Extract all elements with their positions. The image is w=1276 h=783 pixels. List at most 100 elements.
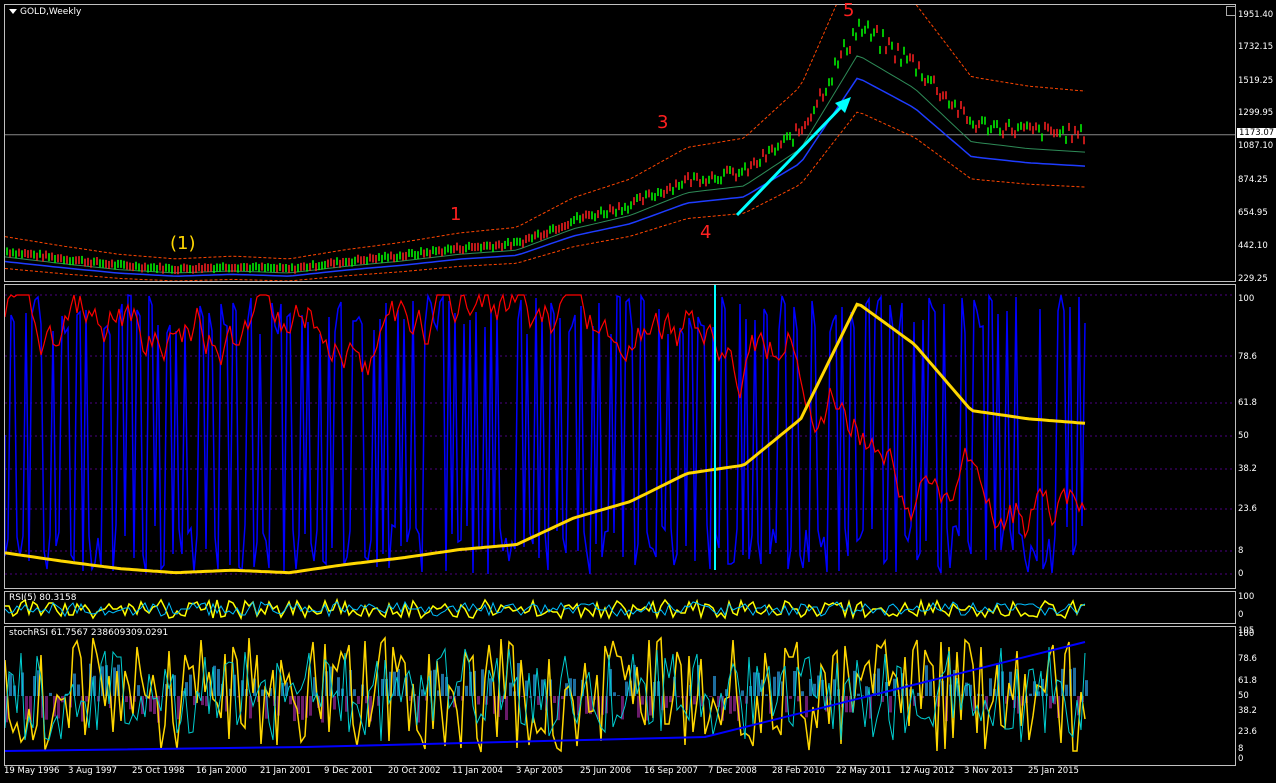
histogram-bar <box>357 696 360 704</box>
histogram-bar <box>309 696 312 716</box>
tick-label: 1087.10 <box>1238 141 1274 151</box>
tick-label: 61.8 <box>1238 676 1257 686</box>
rsi-axis: 100 0 <box>1236 591 1276 622</box>
date-label: 3 Apr 2005 <box>516 766 564 776</box>
tick-label: 23.6 <box>1238 504 1257 514</box>
histogram-bar <box>929 680 932 696</box>
date-label: 25 Jun 2006 <box>580 766 632 776</box>
wave-label-1: 1 <box>450 204 462 225</box>
histogram-bar <box>77 684 80 696</box>
histogram-bar <box>665 696 668 708</box>
chart-title: GOLD,Weekly <box>9 7 81 17</box>
rsi-plot <box>5 597 1086 621</box>
histogram-bar <box>561 696 564 700</box>
date-label: 16 Jan 2000 <box>196 766 247 776</box>
dropdown-arrow-icon[interactable] <box>9 9 17 14</box>
histogram-bar <box>441 673 444 696</box>
date-label: 11 Jan 2004 <box>452 766 503 776</box>
histogram-bar <box>189 674 192 696</box>
histogram-bar <box>137 685 140 696</box>
histogram-bar <box>773 676 776 696</box>
tick-label: 0 <box>1238 754 1244 764</box>
histogram-bar <box>505 696 508 721</box>
date-label: 3 Nov 2013 <box>964 766 1014 776</box>
histogram-bar <box>217 669 220 696</box>
histogram-bar <box>741 690 744 696</box>
tick-label: 1951.40 <box>1238 10 1274 20</box>
tick-label: 1519.25 <box>1238 76 1274 86</box>
wave-label-i: (1) <box>170 233 196 254</box>
histogram-bar <box>1085 680 1088 696</box>
histogram-bar <box>289 696 292 705</box>
trend-arrow <box>735 101 847 217</box>
tick-label: 100 <box>1238 592 1255 602</box>
histogram-bar <box>845 696 848 713</box>
close-icon[interactable] <box>1226 6 1236 16</box>
moving-average-line <box>5 77 1086 277</box>
histogram-bar <box>333 696 336 710</box>
tick-label: 229.25 <box>1238 274 1268 284</box>
histogram-bar <box>693 696 696 705</box>
histogram-bar <box>1065 684 1068 696</box>
histogram-bar <box>1029 693 1032 696</box>
histogram-bar <box>613 692 616 696</box>
histogram-bar <box>573 678 576 696</box>
date-label: 19 May 1996 <box>4 766 60 776</box>
date-label: 9 Dec 2001 <box>324 766 373 776</box>
histogram-bar <box>457 685 460 696</box>
price-axis: 1951.40 1732.15 1519.25 1299.95 1087.10 … <box>1236 4 1276 284</box>
upper-band-line <box>5 5 1086 260</box>
moving-average-line <box>5 55 1086 274</box>
stochrsi-axis: 105 100 78.6 61.8 50 38.2 23.6 8 0 <box>1236 626 1276 764</box>
histogram-bar <box>489 678 492 696</box>
tick-label: 1732.15 <box>1238 42 1274 52</box>
tick-label: 50 <box>1238 431 1249 441</box>
date-label: 25 Jan 2015 <box>1028 766 1079 776</box>
histogram-bar <box>553 696 556 703</box>
histogram-bar <box>765 694 768 696</box>
histogram-bar <box>45 696 48 720</box>
histogram-bar <box>477 696 480 705</box>
tick-label: 61.8 <box>1238 398 1257 408</box>
histogram-bar <box>521 696 524 697</box>
rsi-panel: RSI(5) 80.3158 <box>4 591 1236 624</box>
date-label: 25 Oct 1998 <box>132 766 185 776</box>
histogram-bar <box>301 696 304 720</box>
histogram-bar <box>641 696 644 705</box>
tick-label: 8 <box>1238 546 1244 556</box>
histogram-bar <box>733 696 736 712</box>
date-label: 28 Feb 2010 <box>772 766 825 776</box>
tick-label: 100 <box>1238 294 1255 304</box>
histogram-bar <box>789 696 792 699</box>
histogram-bar <box>49 692 52 696</box>
tick-label: 8 <box>1238 744 1244 754</box>
tick-label: 38.2 <box>1238 464 1257 474</box>
histogram-bar <box>729 696 732 714</box>
tick-label: 874.25 <box>1238 175 1268 185</box>
histogram-bar <box>1049 696 1052 709</box>
histogram-bar <box>509 682 512 696</box>
oscillator-plot <box>5 285 1235 575</box>
stochrsi-label: stochRSI 61.7567 238609309.0291 <box>9 628 169 638</box>
tick-label: 100 <box>1238 629 1255 639</box>
histogram-bar <box>989 678 992 696</box>
histogram-bar <box>805 696 808 718</box>
histogram-bar <box>669 696 672 703</box>
tick-label: 78.6 <box>1238 654 1257 664</box>
stochrsi-k-line <box>5 635 1086 753</box>
date-label: 3 Aug 1997 <box>68 766 118 776</box>
histogram-bar <box>865 686 868 696</box>
tick-label: 654.95 <box>1238 208 1268 218</box>
tick-label: 38.2 <box>1238 706 1257 716</box>
osc-axis: 100 78.6 61.8 50 38.2 23.6 8 0 <box>1236 284 1276 587</box>
rsi-label: RSI(5) 80.3158 <box>9 593 77 603</box>
tick-label: 442.10 <box>1238 241 1268 251</box>
current-price-tag: 1173.07 <box>1237 128 1276 138</box>
histogram-bar <box>857 693 860 696</box>
histogram-bar <box>889 696 892 713</box>
tick-label: 1299.95 <box>1238 108 1274 118</box>
histogram-bar <box>9 674 12 696</box>
tick-label: 0 <box>1238 569 1244 579</box>
lower-band-line <box>5 111 1086 281</box>
histogram-bar <box>801 691 804 696</box>
